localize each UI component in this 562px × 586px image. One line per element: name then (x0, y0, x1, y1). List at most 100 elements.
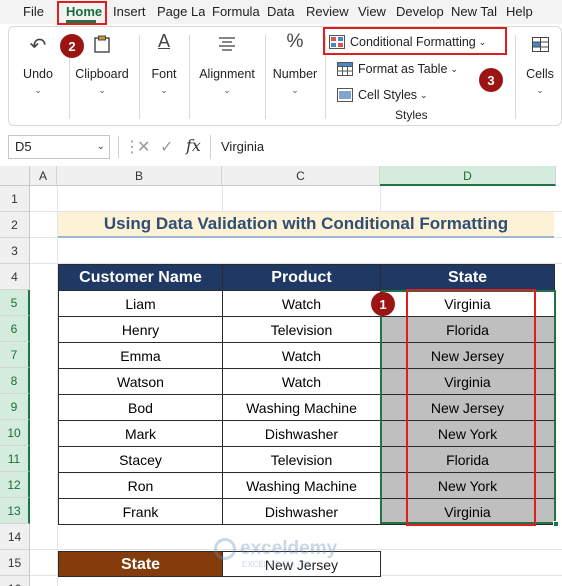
row-header[interactable]: 8 (0, 368, 30, 394)
column-header-a[interactable]: A (30, 166, 57, 186)
font-label: Font (151, 67, 177, 81)
step-badge-3: 3 (479, 68, 503, 92)
formula-input[interactable]: Virginia (210, 135, 562, 159)
row-header[interactable]: 12 (0, 472, 30, 498)
column-header-d[interactable]: D (380, 166, 556, 186)
font-group[interactable]: A Font ⌄ (141, 27, 187, 125)
name-box[interactable]: D5 ⌄ (8, 135, 110, 159)
undo-label: Undo (23, 67, 53, 81)
row-header[interactable]: 5 (0, 290, 30, 316)
row-header[interactable]: 1 (0, 186, 30, 212)
column-header-c[interactable]: C (222, 166, 380, 186)
cell-customer[interactable]: Liam (58, 290, 223, 317)
cell-product[interactable]: Watch (222, 290, 381, 317)
ribbon-separator (515, 35, 516, 119)
cell-customer[interactable]: Stacey (58, 446, 223, 473)
chevron-down-icon: ⌄ (223, 85, 231, 95)
tab-view[interactable]: View (358, 0, 388, 24)
excel-window: File Home Insert Page La Formula Data Re… (0, 0, 562, 586)
table-header-row: Customer Name Product State (58, 264, 555, 291)
chevron-down-icon: ⌄ (160, 85, 168, 95)
watermark-tagline: EXCEL · DATA · BI (242, 560, 310, 569)
styles-group-label: Styles (395, 108, 428, 122)
cell-product[interactable]: Watch (222, 342, 381, 369)
cells-group[interactable]: Cells ⌄ (517, 27, 562, 125)
cell-product[interactable]: Television (222, 316, 381, 343)
formula-bar: D5 ⌄ ⋮ ✕ ✓ fx Virginia (0, 132, 562, 162)
row-header[interactable]: 3 (0, 238, 30, 264)
column-header-b[interactable]: B (57, 166, 222, 186)
enter-icon[interactable]: ✓ (160, 137, 173, 157)
number-group[interactable]: % Number ⌄ (267, 27, 323, 125)
row-header[interactable]: 13 (0, 498, 30, 524)
cell-product[interactable]: Washing Machine (222, 394, 381, 421)
tab-formulas[interactable]: Formula (212, 0, 260, 24)
cell-customer[interactable]: Bod (58, 394, 223, 421)
tab-review[interactable]: Review (306, 0, 350, 24)
gridline (380, 186, 381, 212)
home-tab-highlight (57, 1, 107, 25)
cell-customer[interactable]: Watson (58, 368, 223, 395)
row-header[interactable]: 6 (0, 316, 30, 342)
cell-customer[interactable]: Ron (58, 472, 223, 499)
state-criteria-label[interactable]: State (58, 551, 223, 577)
worksheet-grid[interactable]: A B C D 1 2 3 4 5 6 7 8 9 10 11 12 13 14… (0, 166, 562, 586)
number-label: Number (272, 67, 318, 81)
tab-help[interactable]: Help (506, 0, 536, 24)
cell-product[interactable]: Washing Machine (222, 472, 381, 499)
cell-product[interactable]: Television (222, 446, 381, 473)
gridline (222, 186, 223, 212)
cancel-icon[interactable]: ✕ (137, 137, 150, 157)
fill-handle[interactable] (553, 521, 559, 527)
cell-customer[interactable]: Mark (58, 420, 223, 447)
tab-developer[interactable]: Develop (396, 0, 444, 24)
font-color-icon: A (157, 31, 170, 51)
tab-data[interactable]: Data (267, 0, 297, 24)
row-header[interactable]: 11 (0, 446, 30, 472)
header-product[interactable]: Product (222, 264, 381, 291)
cell-product[interactable]: Dishwasher (222, 420, 381, 447)
name-box-value: D5 (15, 139, 32, 154)
cell-customer[interactable]: Frank (58, 498, 223, 525)
format-as-table-button[interactable]: Format as Table ⌄ (337, 58, 458, 80)
cell-product[interactable]: Watch (222, 368, 381, 395)
alignment-group[interactable]: Alignment ⌄ (191, 27, 263, 125)
chevron-down-icon[interactable]: ⌄ (97, 136, 105, 158)
clipboard-label: Clipboard (75, 67, 129, 81)
ribbon-separator (189, 35, 190, 119)
format-as-table-label: Format as Table (358, 62, 448, 76)
row-header[interactable]: 4 (0, 264, 30, 290)
row-header[interactable]: 7 (0, 342, 30, 368)
cell-styles-button[interactable]: Cell Styles ⌄ (337, 84, 428, 106)
header-state[interactable]: State (380, 264, 555, 291)
watermark-name: exceldemy (240, 538, 338, 559)
alignment-label: Alignment (199, 67, 255, 81)
cell-customer[interactable]: Emma (58, 342, 223, 369)
tab-file[interactable]: File (23, 0, 45, 24)
row-header[interactable]: 15 (0, 550, 30, 576)
row-header[interactable]: 16 (0, 576, 30, 586)
format-table-icon (337, 62, 353, 76)
state-range-highlight (406, 289, 536, 526)
cell-product[interactable]: Dishwasher (222, 498, 381, 525)
row-header[interactable]: 14 (0, 524, 30, 550)
chevron-down-icon: ⌄ (450, 63, 458, 74)
exceldemy-logo-icon (214, 538, 236, 560)
row-header[interactable]: 9 (0, 394, 30, 420)
select-all-corner[interactable] (0, 166, 30, 186)
chevron-down-icon: ⌄ (34, 85, 42, 95)
tab-insert[interactable]: Insert (113, 0, 149, 24)
row-header[interactable]: 2 (0, 212, 30, 238)
tab-new-tab[interactable]: New Tal (451, 0, 499, 24)
cells-icon (532, 37, 549, 52)
header-customer-name[interactable]: Customer Name (58, 264, 223, 291)
insert-function-icon[interactable]: fx (186, 136, 201, 155)
undo-icon: ↶ (29, 35, 47, 57)
cell-customer[interactable]: Henry (58, 316, 223, 343)
step-badge-1: 1 (371, 292, 395, 316)
undo-group[interactable]: ↶ Undo ⌄ (9, 27, 67, 125)
tab-page-layout[interactable]: Page La (157, 0, 205, 24)
cells-label: Cells (526, 67, 554, 81)
row-header[interactable]: 10 (0, 420, 30, 446)
cell-styles-icon (337, 88, 353, 102)
